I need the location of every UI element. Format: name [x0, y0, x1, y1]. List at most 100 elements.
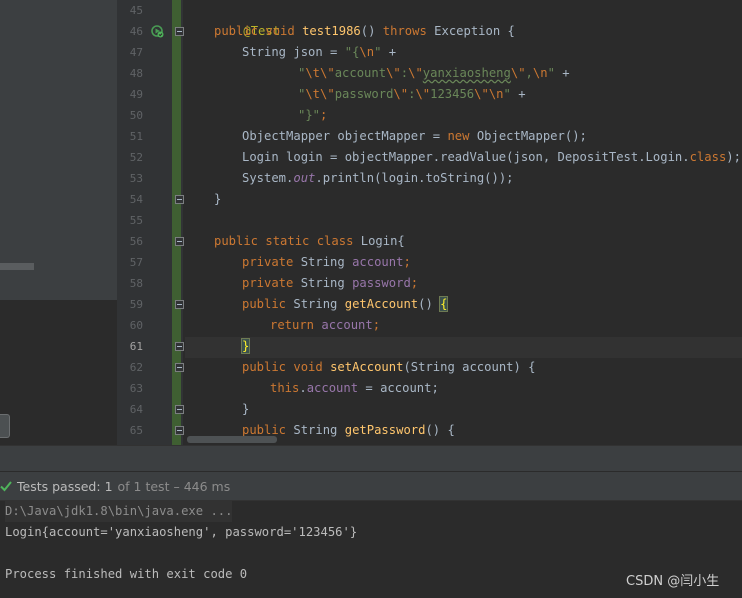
line-number: 55 [129, 214, 143, 227]
escape-sequence: \n [359, 45, 375, 59]
escape-sequence: \" [510, 66, 526, 80]
code-text: String [293, 423, 345, 437]
code-text: . [299, 381, 307, 395]
escape-sequence: \"\n [474, 87, 504, 101]
fold-marker-icon[interactable] [175, 300, 184, 309]
tests-passed-label: Tests passed: [17, 478, 101, 494]
keyword: return [270, 318, 322, 332]
line-number: 46 [129, 25, 143, 38]
code-line-64[interactable]: } [242, 399, 249, 420]
code-line-57[interactable]: private String account; [242, 252, 411, 273]
fold-marker-icon[interactable] [175, 237, 184, 246]
project-panel-scrollbar[interactable] [0, 263, 34, 270]
editor-horizontal-scrollbar[interactable] [187, 436, 277, 443]
keyword: this [270, 381, 300, 395]
check-icon [0, 481, 12, 492]
method-name: getPassword [344, 423, 426, 437]
escape-sequence: \" [386, 66, 401, 80]
line-number: 57 [129, 256, 143, 269]
code-line-56[interactable]: public static class Login{ [214, 231, 405, 252]
code-line-61[interactable]: } [240, 336, 251, 357]
escape-sequence: \t\" [305, 66, 335, 80]
field-name: account [306, 381, 359, 395]
line-number: 61 [129, 340, 143, 353]
escape-sequence: \" [408, 66, 423, 80]
line-number: 62 [129, 361, 143, 374]
fold-marker-icon[interactable] [175, 363, 184, 372]
code-text: + [510, 87, 526, 101]
side-toggle-button[interactable] [0, 414, 10, 438]
keyword: public [242, 423, 294, 437]
line-number: 48 [129, 67, 143, 80]
code-line-62[interactable]: public void setAccount(String account) { [242, 357, 536, 378]
vcs-change-marker[interactable] [172, 0, 181, 445]
field-name: account [352, 255, 404, 269]
code-text: ; [320, 108, 328, 122]
line-number: 63 [129, 382, 143, 395]
line-number: 58 [129, 277, 143, 290]
string-literal: 123456 [430, 87, 475, 101]
run-toolbar [0, 445, 742, 471]
code-line-63[interactable]: this.account = account; [270, 378, 439, 399]
string-literal: "}" [298, 108, 321, 122]
keyword: throws [382, 24, 435, 38]
fold-marker-icon[interactable] [175, 426, 184, 435]
code-text: ); [726, 150, 741, 164]
console-command-line[interactable]: D:\Java\jdk1.8\bin\java.exe ... [5, 501, 233, 522]
code-line-45[interactable]: @Test [214, 0, 280, 38]
fold-marker-icon[interactable] [175, 342, 184, 351]
code-text: .println(login.toString()); [315, 171, 514, 185]
code-line-46[interactable]: public void test1986() throws Exception … [214, 21, 515, 42]
line-number: 52 [129, 151, 143, 164]
line-number: 56 [129, 235, 143, 248]
tests-separator: – [173, 478, 180, 494]
code-text: () [418, 297, 441, 311]
code-line-50[interactable]: "}"; [298, 105, 327, 126]
string-literal: yanxiaosheng [422, 66, 511, 80]
fold-marker-icon[interactable] [175, 405, 184, 414]
code-text: String [300, 276, 353, 290]
run-test-icon[interactable] [150, 24, 164, 38]
code-line-47[interactable]: String json = "{\n" + [242, 42, 396, 63]
line-number: 51 [129, 130, 143, 143]
code-line-53[interactable]: System.out.println(login.toString()); [242, 168, 514, 189]
code-text: ObjectMapper(); [476, 129, 587, 143]
fold-marker-icon[interactable] [175, 27, 184, 36]
code-line-52[interactable]: Login login = objectMapper.readValue(jso… [242, 147, 741, 168]
code-text: Login{ [360, 234, 405, 248]
code-text: () [360, 24, 383, 38]
code-text: + [554, 66, 570, 80]
code-line-60[interactable]: return account; [270, 315, 380, 336]
code-line-49[interactable]: "\t\"password\":\"123456\"\n" + [298, 84, 526, 105]
line-number: 49 [129, 88, 143, 101]
line-number: 59 [129, 298, 143, 311]
code-line-54[interactable]: } [214, 189, 221, 210]
code-editor[interactable]: @Test public void test1986() throws Exce… [185, 0, 742, 445]
escape-sequence: \" [415, 87, 431, 101]
matched-brace: } [240, 338, 251, 354]
line-number: 54 [129, 193, 143, 206]
code-line-59[interactable]: public String getAccount() { [242, 294, 449, 315]
fold-marker-icon[interactable] [175, 195, 184, 204]
line-number: 47 [129, 46, 143, 59]
string-literal: password [334, 87, 394, 101]
escape-sequence: \" [393, 87, 409, 101]
keyword: class [689, 150, 727, 164]
test-status-bar: Tests passed: 1 of 1 test – 446 ms [0, 471, 742, 501]
project-panel [0, 0, 117, 300]
tests-total: of 1 test [117, 478, 170, 494]
escape-sequence: \t\" [305, 87, 335, 101]
code-text: + [381, 45, 397, 59]
escape-sequence: \n [532, 66, 548, 80]
code-line-51[interactable]: ObjectMapper objectMapper = new ObjectMa… [242, 126, 587, 147]
code-text: = account; [358, 381, 439, 395]
keyword: public void [214, 24, 303, 38]
code-line-48[interactable]: "\t\"account\":\"yanxiaosheng\",\n" + [298, 63, 570, 84]
code-text: Exception { [434, 24, 515, 38]
tests-duration: 446 ms [183, 478, 231, 494]
code-text: (String account) { [403, 360, 536, 374]
code-line-58[interactable]: private String password; [242, 273, 418, 294]
keyword: private [242, 276, 301, 290]
code-text: } [242, 402, 250, 416]
keyword: public static class [214, 234, 361, 248]
